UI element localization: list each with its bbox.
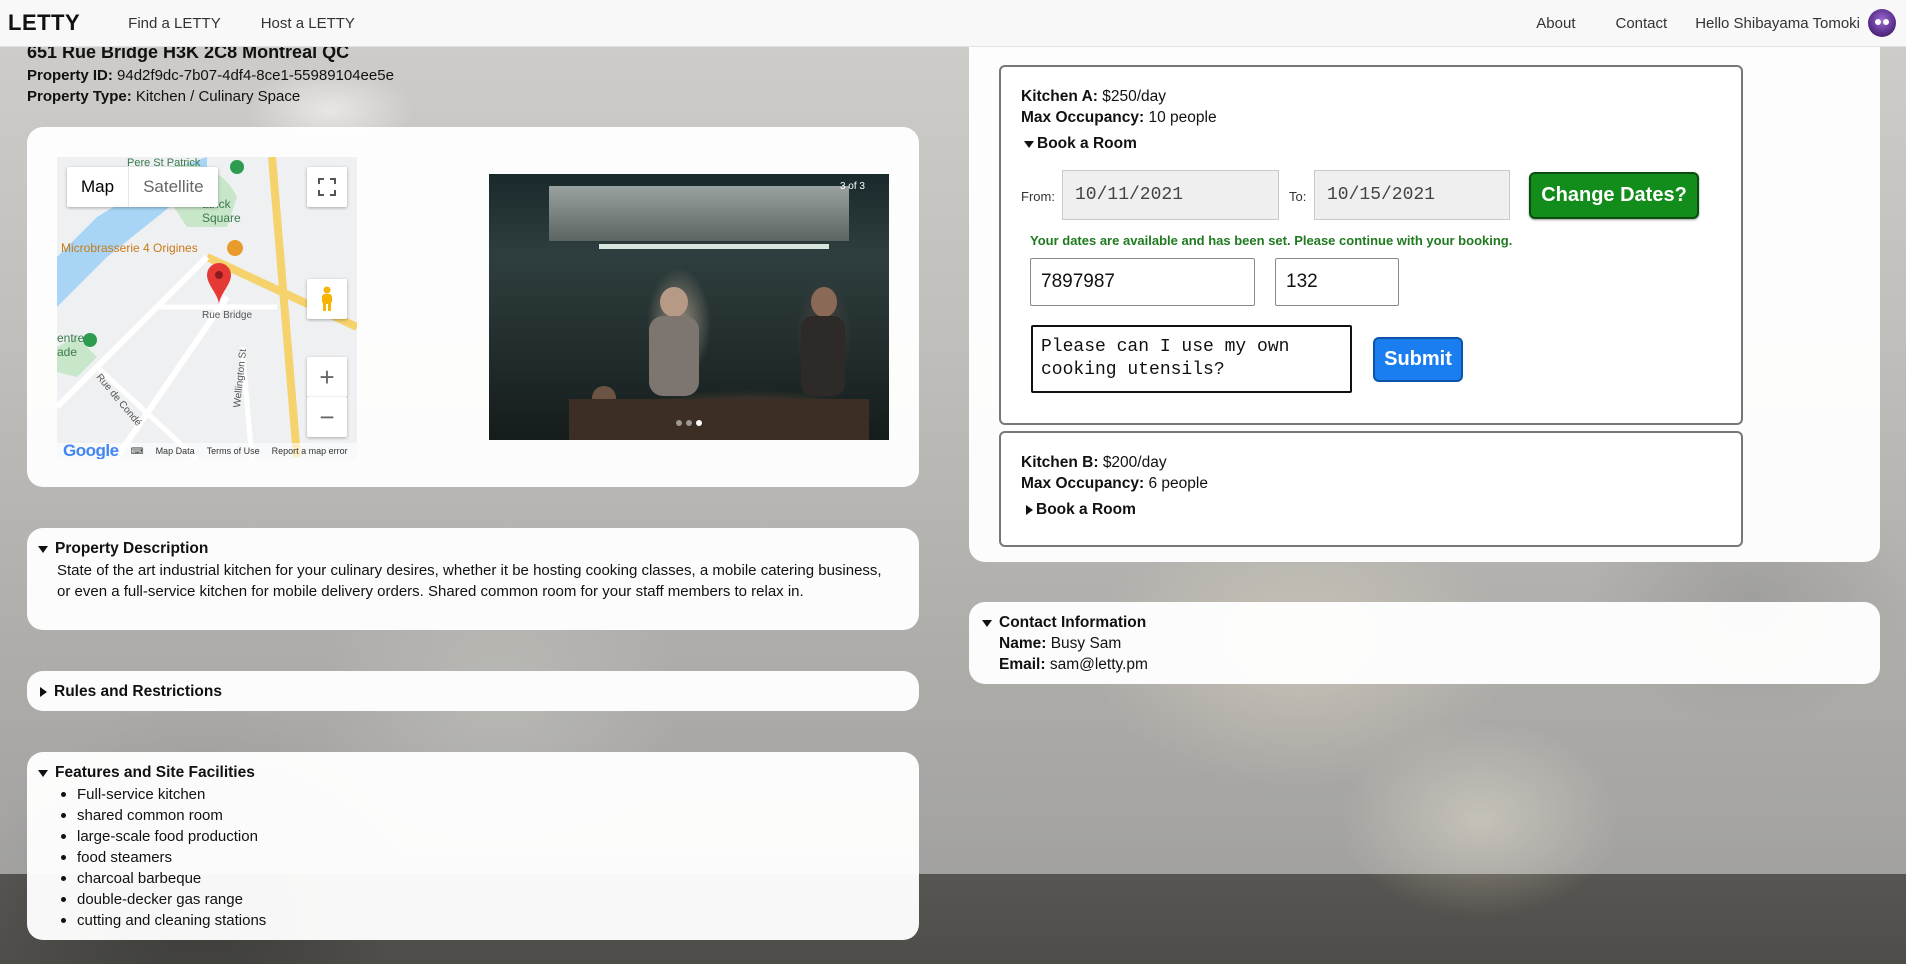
kitchen-a-book-label: Book a Room <box>1037 135 1137 152</box>
list-item: Full-service kitchen <box>60 784 266 805</box>
nav-find-letty[interactable]: Find a LETTY <box>128 15 221 32</box>
contact-email-label: Email: <box>999 656 1046 673</box>
kitchen-b-price-row: Kitchen B: $200/day <box>1021 454 1167 472</box>
google-logo: Google <box>63 441 119 459</box>
description-title: Property Description <box>55 540 209 557</box>
features-title: Features and Site Facilities <box>55 764 255 781</box>
nav-contact[interactable]: Contact <box>1615 15 1667 32</box>
property-type-value: Kitchen / Culinary Space <box>135 88 301 105</box>
top-navbar: LETTY Find a LETTY Host a LETTY About Co… <box>0 0 1906 47</box>
features-list: Full-service kitchen shared common room … <box>60 784 267 931</box>
brand-logo[interactable]: LETTY <box>8 10 80 36</box>
user-greeting[interactable]: Hello Shibayama Tomoki <box>1695 15 1860 32</box>
caret-down-icon <box>982 619 992 627</box>
kitchen-a-occupancy-value: 10 people <box>1148 109 1217 126</box>
contact-email-row: Email: sam@letty.pm <box>999 656 1148 674</box>
to-label: To: <box>1289 189 1307 204</box>
zoom-in-button[interactable]: + <box>307 357 347 397</box>
kitchen-a-label: Kitchen A: <box>1021 88 1098 105</box>
to-date-input[interactable]: 10/15/2021 <box>1314 170 1510 220</box>
caret-right-icon <box>40 687 47 697</box>
caret-down-icon <box>38 769 48 777</box>
map-label-street1: Rue Bridge <box>202 310 253 321</box>
kitchen-b-occupancy-label: Max Occupancy: <box>1021 475 1145 492</box>
contact-name-value: Busy Sam <box>1050 635 1122 652</box>
list-item: large-scale food production <box>60 826 266 847</box>
from-date-input[interactable]: 10/11/2021 <box>1062 170 1279 220</box>
contact-title: Contact Information <box>999 614 1147 631</box>
description-text: State of the art industrial kitchen for … <box>57 562 882 600</box>
pegman-icon[interactable] <box>307 279 347 319</box>
photo-carousel[interactable]: 3 of 3 <box>489 174 889 440</box>
property-type-label: Property Type: <box>27 88 132 105</box>
contact-name-label: Name: <box>999 635 1047 652</box>
map-tab-map[interactable]: Map <box>67 167 128 207</box>
report-link[interactable]: Report a map error <box>272 446 348 456</box>
carousel-dots <box>489 420 889 426</box>
features-toggle[interactable]: Features and Site Facilities <box>38 764 255 782</box>
change-dates-button[interactable]: Change Dates? <box>1529 172 1699 219</box>
map-footer: Google ⌨ Map Data Terms of Use Report a … <box>57 441 357 459</box>
rules-toggle[interactable]: Rules and Restrictions <box>40 683 222 701</box>
nav-right-group: About Contact Hello Shibayama Tomoki <box>1496 9 1906 37</box>
availability-message: Your dates are available and has been se… <box>1030 233 1513 248</box>
kitchen-b-book-toggle[interactable]: Book a Room <box>1026 501 1136 519</box>
features-panel: Features and Site Facilities Full-servic… <box>27 752 919 940</box>
kitchen-a-price: $250/day <box>1102 88 1167 105</box>
nav-about[interactable]: About <box>1536 15 1575 32</box>
kitchen-b-label: Kitchen B: <box>1021 454 1099 471</box>
kitchen-a-occupancy-label: Max Occupancy: <box>1021 109 1145 126</box>
description-toggle[interactable]: Property Description <box>38 540 208 558</box>
fullscreen-icon[interactable] <box>307 167 347 207</box>
list-item: food steamers <box>60 847 266 868</box>
kitchen-b-price: $200/day <box>1102 454 1167 471</box>
booking-field-2[interactable]: 132 <box>1275 258 1399 306</box>
caret-right-icon <box>1026 505 1033 515</box>
caret-down-icon <box>1024 140 1034 148</box>
nav-host-letty[interactable]: Host a LETTY <box>261 15 355 32</box>
carousel-dot-active[interactable] <box>696 420 702 426</box>
carousel-dot[interactable] <box>686 420 692 426</box>
map-label-poi3: Microbrasserie 4 Origines <box>61 241 198 255</box>
kitchen-b-occupancy-row: Max Occupancy: 6 people <box>1021 475 1208 493</box>
contact-panel: Contact Information Name: Busy Sam Email… <box>969 602 1880 684</box>
booking-field-1[interactable]: 7897987 <box>1030 258 1255 306</box>
map-data-link[interactable]: Map Data <box>156 446 195 456</box>
rules-panel: Rules and Restrictions <box>27 671 919 711</box>
avatar-icon[interactable] <box>1868 9 1896 37</box>
list-item: charcoal barbeque <box>60 868 266 889</box>
property-id-value: 94d2f9dc-7b07-4df4-8ce1-55989104ee5e <box>117 67 394 84</box>
submit-button[interactable]: Submit <box>1373 337 1463 382</box>
description-panel: Property Description State of the art in… <box>27 528 919 630</box>
carousel-counter: 3 of 3 <box>839 181 865 192</box>
kitchen-b-occupancy-value: 6 people <box>1148 475 1208 492</box>
keyboard-icon[interactable]: ⌨ <box>131 446 144 457</box>
map-tab-satellite[interactable]: Satellite <box>128 167 217 207</box>
contact-name-row: Name: Busy Sam <box>999 635 1121 653</box>
kitchen-b-book-label: Book a Room <box>1036 501 1136 518</box>
message-textarea[interactable]: Please can I use my own cooking utensils… <box>1031 325 1352 393</box>
map-type-control: Map Satellite <box>67 167 218 207</box>
terms-link[interactable]: Terms of Use <box>207 446 260 456</box>
property-id-row: Property ID: 94d2f9dc-7b07-4df4-8ce1-559… <box>27 67 394 84</box>
google-map[interactable]: Pere St Patrick atrick Square Microbrass… <box>57 157 357 459</box>
map-label-poi4: entre ade <box>57 331 85 359</box>
list-item: shared common room <box>60 805 266 826</box>
kitchen-a-book-toggle[interactable]: Book a Room <box>1024 135 1137 153</box>
from-label: From: <box>1021 189 1055 204</box>
property-id-label: Property ID: <box>27 67 113 84</box>
zoom-out-button[interactable]: − <box>307 397 347 437</box>
list-item: double-decker gas range <box>60 889 266 910</box>
kitchen-a-occupancy-row: Max Occupancy: 10 people <box>1021 109 1217 127</box>
contact-email-value[interactable]: sam@letty.pm <box>1050 656 1148 673</box>
caret-down-icon <box>38 545 48 553</box>
contact-toggle[interactable]: Contact Information <box>982 614 1146 632</box>
kitchen-photo <box>569 287 869 440</box>
rules-title: Rules and Restrictions <box>54 683 222 700</box>
kitchen-a-price-row: Kitchen A: $250/day <box>1021 88 1166 106</box>
property-type-row: Property Type: Kitchen / Culinary Space <box>27 88 300 105</box>
list-item: cutting and cleaning stations <box>60 912 267 929</box>
carousel-dot[interactable] <box>676 420 682 426</box>
